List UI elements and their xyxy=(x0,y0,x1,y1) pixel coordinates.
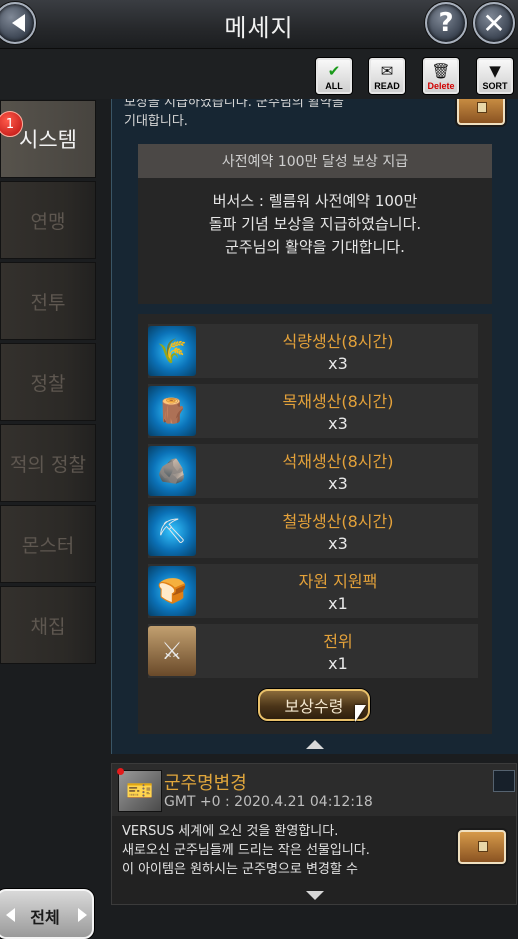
message-intro-text: 보상을 지급하였습니다. 군주님의 활약을 기대합니다. xyxy=(124,99,444,131)
sort-funnel-icon: ▼ xyxy=(489,62,501,80)
envelope-icon: ✉ xyxy=(380,62,394,80)
stone-production-icon: 🪨 xyxy=(148,446,196,496)
tab-label: 시스템 xyxy=(19,128,77,152)
reward-quantity: x1 xyxy=(328,654,348,673)
mark-read-label: READ xyxy=(374,81,400,91)
reward-item: 🌾 식량생산(8시간) x3 xyxy=(148,324,478,378)
notice-body: 버서스 : 렐름워 사전예약 100만 돌파 기념 보상을 지급하였습니다. 군… xyxy=(138,178,492,259)
message-list-item[interactable]: 🎫 군주명변경 GMT +0 : 2020.4.21 04:12:18 VERS… xyxy=(111,763,517,905)
select-all-label: ALL xyxy=(325,81,343,91)
unread-dot xyxy=(117,768,124,775)
notice-card: 사전예약 100만 달성 보상 지급 버서스 : 렐름워 사전예약 100만 돌… xyxy=(138,144,492,304)
reward-name: 자원 지원팩 xyxy=(298,572,378,591)
tab-label: 적의 정찰 xyxy=(10,453,86,476)
question-mark-icon: ? xyxy=(438,8,454,38)
message-timestamp: GMT +0 : 2020.4.21 04:12:18 xyxy=(164,794,373,810)
reward-name: 식량생산(8시간) xyxy=(282,332,394,351)
reward-quantity: x3 xyxy=(328,534,348,553)
trash-icon: 🗑 xyxy=(431,62,451,80)
message-preview-text: VERSUS 세계에 오신 것을 환영합니다. 새로오신 군주님들께 드리는 작… xyxy=(122,822,442,879)
notice-title: 사전예약 100만 달성 보상 지급 xyxy=(138,144,492,178)
next-filter-arrow-icon[interactable] xyxy=(78,908,87,922)
reward-item: 🪨 석재생산(8시간) x3 xyxy=(148,444,478,498)
iron-production-icon: ⛏ xyxy=(148,506,196,556)
claim-reward-button[interactable]: 보상수령 xyxy=(258,689,370,721)
wood-production-icon: 🪵 xyxy=(148,386,196,436)
reward-item: ⛏ 철광생산(8시간) x3 xyxy=(148,504,478,558)
close-button[interactable]: ✕ xyxy=(473,2,515,44)
delete-button[interactable]: 🗑 Delete xyxy=(423,58,459,94)
hero-portrait-icon: ⚔ xyxy=(148,626,196,676)
help-button[interactable]: ? xyxy=(425,2,467,44)
tab-enemy-scout[interactable]: 적의 정찰 xyxy=(0,424,96,502)
message-header: 🎫 군주명변경 GMT +0 : 2020.4.21 04:12:18 xyxy=(112,764,516,816)
reward-quantity: x1 xyxy=(328,594,348,613)
notice-line: 돌파 기념 보상을 지급하였습니다. xyxy=(208,215,422,233)
reward-name: 철광생산(8시간) xyxy=(282,512,394,531)
preview-line: 새로오신 군주님들께 드리는 작은 선물입니다. xyxy=(122,843,370,858)
tab-battle[interactable]: 전투 xyxy=(0,262,96,340)
reward-list: 🌾 식량생산(8시간) x3 🪵 목재생산(8시간) x3 🪨 석재생산(8시간… xyxy=(138,314,492,734)
tab-label: 전투 xyxy=(30,291,66,314)
reward-item: ⚔ 전위 x1 xyxy=(148,624,478,678)
intro-line: 보상을 지급하였습니다. 군주님의 활약을 xyxy=(124,99,344,110)
treasure-chest-icon xyxy=(458,830,506,864)
reward-quantity: x3 xyxy=(328,474,348,493)
mouse-cursor-icon xyxy=(355,705,366,722)
preview-line: VERSUS 세계에 오신 것을 환영합니다. xyxy=(122,824,339,839)
select-all-button[interactable]: ✔ ALL xyxy=(316,58,352,94)
tab-label: 몬스터 xyxy=(21,534,75,557)
reward-item: 🪵 목재생산(8시간) x3 xyxy=(148,384,478,438)
close-icon: ✕ xyxy=(482,6,506,40)
collapse-arrow-icon[interactable] xyxy=(306,740,324,749)
message-select-checkbox[interactable] xyxy=(493,770,515,792)
tab-label: 채집 xyxy=(30,615,66,638)
intro-line: 기대합니다. xyxy=(124,114,188,129)
message-title: 군주명변경 xyxy=(164,773,247,794)
reward-item: 🍞 자원 지원팩 x1 xyxy=(148,564,478,618)
sort-label: SORT xyxy=(482,81,508,91)
ticket-icon: 🎫 xyxy=(118,770,162,812)
reward-quantity: x3 xyxy=(328,354,348,373)
filter-selector[interactable]: 전체 xyxy=(0,889,94,939)
tab-label: 정찰 xyxy=(30,372,66,395)
category-sidebar: 1 시스템 연맹 전투 정찰 적의 정찰 몬스터 채집 xyxy=(0,100,98,670)
expand-arrow-icon[interactable] xyxy=(306,891,324,900)
tab-system[interactable]: 1 시스템 xyxy=(0,100,96,178)
mark-read-button[interactable]: ✉ READ xyxy=(369,58,405,94)
notice-line: 버서스 : 렐름워 사전예약 100만 xyxy=(212,192,418,210)
tab-alliance[interactable]: 연맹 xyxy=(0,181,96,259)
tab-label: 연맹 xyxy=(30,210,66,233)
reward-name: 전위 xyxy=(323,632,353,651)
reward-quantity: x3 xyxy=(328,414,348,433)
reward-name: 목재생산(8시간) xyxy=(282,392,394,411)
resource-pack-icon: 🍞 xyxy=(148,566,196,616)
notice-line: 군주님의 활약을 기대합니다. xyxy=(225,238,405,256)
title-bar: 메세지 ? ✕ xyxy=(0,0,518,49)
sort-button[interactable]: ▼ SORT xyxy=(477,58,513,94)
tab-monster[interactable]: 몬스터 xyxy=(0,505,96,583)
delete-label: Delete xyxy=(427,81,455,91)
checkmark-icon: ✔ xyxy=(327,62,341,80)
tab-scout[interactable]: 정찰 xyxy=(0,343,96,421)
message-detail-panel[interactable]: 보상을 지급하였습니다. 군주님의 활약을 기대합니다. 사전예약 100만 달… xyxy=(111,99,518,754)
message-toolbar: ✔ ALL ✉ READ 🗑 Delete ▼ SORT xyxy=(0,49,518,99)
tab-gathering[interactable]: 채집 xyxy=(0,586,96,664)
treasure-chest-icon xyxy=(457,99,505,125)
preview-line: 이 아이템은 원하시는 군주명으로 변경할 수 xyxy=(122,862,358,877)
food-production-icon: 🌾 xyxy=(148,326,196,376)
reward-name: 석재생산(8시간) xyxy=(282,452,394,471)
